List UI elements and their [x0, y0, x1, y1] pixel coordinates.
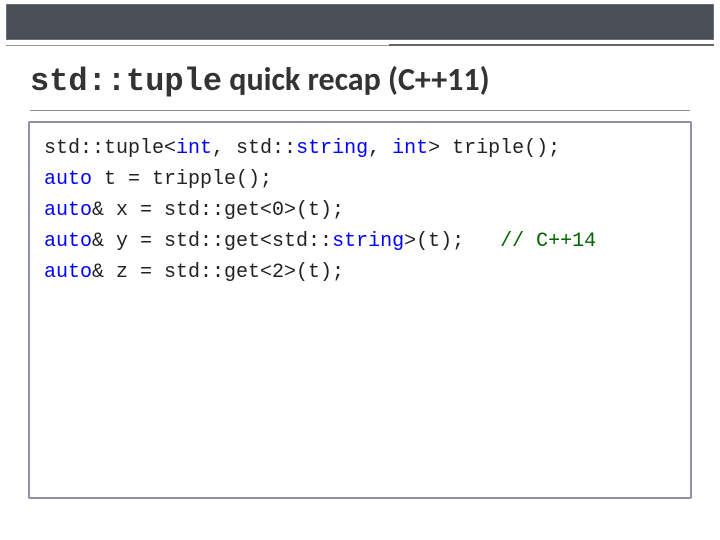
top-bar — [0, 0, 720, 46]
header-rule-right — [389, 44, 714, 46]
code-line-3: auto t = tripple(); — [44, 164, 676, 195]
title-mono: std::tuple — [30, 63, 222, 100]
title-underline — [30, 110, 690, 111]
slide-title: std::tuple quick recap (C++11) — [30, 60, 690, 100]
code-line-1: std::tuple<int, std::string, int> triple… — [44, 133, 676, 164]
header-band — [6, 4, 714, 40]
code-line-5: auto& x = std::get<0>(t); — [44, 195, 676, 226]
code-box: std::tuple<int, std::string, int> triple… — [28, 121, 692, 499]
slide: std::tuple quick recap (C++11) std::tupl… — [0, 0, 720, 540]
code-line-6: auto& y = std::get<std::string>(t); // C… — [44, 226, 676, 257]
code-block: std::tuple<int, std::string, int> triple… — [44, 133, 676, 288]
title-rest: quick recap (C++11) — [222, 60, 490, 99]
code-line-7: auto& z = std::get<2>(t); — [44, 257, 676, 288]
